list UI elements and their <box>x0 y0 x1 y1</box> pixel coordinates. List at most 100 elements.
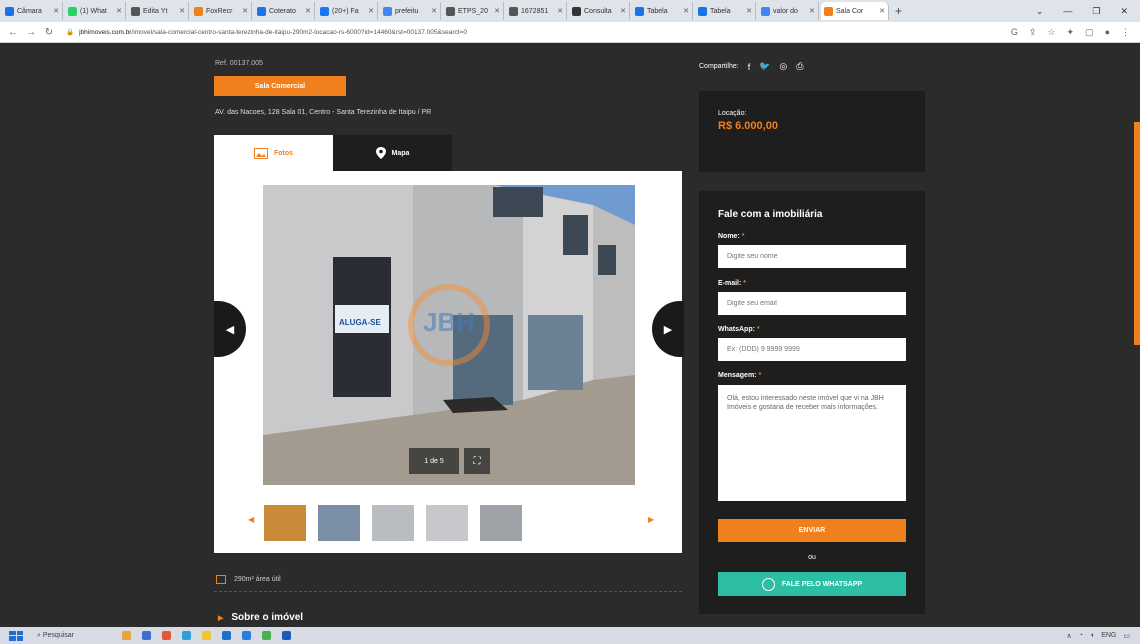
tab-close-icon[interactable]: ✕ <box>746 7 752 15</box>
profile-avatar-icon[interactable]: ● <box>1105 27 1110 38</box>
sidebar-icon[interactable]: ▢ <box>1085 27 1094 38</box>
share-page-icon[interactable]: ⇪ <box>1029 27 1037 38</box>
browser-tab[interactable]: valor do ✕ <box>758 2 819 20</box>
extensions-icon[interactable]: ✦ <box>1067 27 1075 38</box>
browser-tab[interactable]: ETPS_20 ✕ <box>443 2 504 20</box>
menu-kebab-icon[interactable]: ⋮ <box>1121 27 1130 38</box>
taskbar-app-icon[interactable] <box>142 631 152 640</box>
tab-map[interactable]: Mapa <box>333 135 452 171</box>
whatsapp-field[interactable] <box>718 338 906 361</box>
bookmark-star-icon[interactable]: ☆ <box>1047 27 1055 38</box>
taskbar-app-icon[interactable] <box>242 631 252 640</box>
name-field[interactable] <box>718 245 906 268</box>
whatsapp-share-icon[interactable]: ◎ <box>779 61 787 72</box>
thumb-prev-icon[interactable]: ◀ <box>248 515 254 524</box>
thumbnail[interactable] <box>264 505 306 541</box>
whatsapp-label-text: WhatsApp: <box>718 326 755 333</box>
contact-title: Fale com a imobiliária <box>718 209 823 220</box>
scrollbar-thumb[interactable] <box>1134 122 1140 345</box>
browser-tab[interactable]: Coterato ✕ <box>254 2 315 20</box>
taskbar-app-icon[interactable] <box>122 631 132 640</box>
browser-tab[interactable]: (1) What ✕ <box>65 2 126 20</box>
tab-close-icon[interactable]: ✕ <box>368 7 374 15</box>
tab-close-icon[interactable]: ✕ <box>305 7 311 15</box>
message-field[interactable]: Olá, estou interessado neste imóvel que … <box>718 385 906 501</box>
email-field[interactable] <box>718 292 906 315</box>
browser-tab[interactable]: Tabela ✕ <box>695 2 756 20</box>
about-section-toggle[interactable]: ▶ Sobre o imóvel <box>218 612 303 623</box>
thumbnail[interactable] <box>318 505 360 541</box>
message-label: Mensagem: * <box>718 372 761 379</box>
taskbar-app-icon[interactable] <box>262 631 272 640</box>
tray-chevron-icon[interactable]: ∧ <box>1067 632 1072 640</box>
browser-tab[interactable]: Tabela ✕ <box>632 2 693 20</box>
tab-close-icon[interactable]: ✕ <box>179 7 185 15</box>
send-button[interactable]: ENVIAR <box>718 519 906 542</box>
network-icon[interactable]: ◔ <box>1079 632 1083 640</box>
taskbar-search[interactable]: ⌕ Pesquisar <box>37 632 74 640</box>
tab-close-icon[interactable]: ✕ <box>494 7 500 15</box>
taskbar-app-icon[interactable] <box>162 631 172 640</box>
tab-close-icon[interactable]: ✕ <box>53 7 59 15</box>
browser-tab[interactable]: Sala Cor ✕ <box>821 2 889 20</box>
taskbar-app-icon[interactable] <box>202 631 212 640</box>
tab-label: Edita Yt <box>143 7 168 15</box>
close-window-icon[interactable]: ✕ <box>1120 6 1128 17</box>
whatsapp-label: WhatsApp: * <box>718 326 760 333</box>
volume-icon[interactable]: ◖ <box>1090 632 1094 640</box>
name-label-text: Nome: <box>718 233 740 240</box>
browser-tab[interactable]: 1672851 ✕ <box>506 2 567 20</box>
browser-tab[interactable]: Consulta ✕ <box>569 2 630 20</box>
url-field[interactable]: 🔒 jbhimoveis.com.br/imovel/sala-comercial… <box>66 28 626 36</box>
tab-close-icon[interactable]: ✕ <box>431 7 437 15</box>
property-type-badge: Sala Comercial <box>214 76 346 96</box>
tab-close-icon[interactable]: ✕ <box>242 7 248 15</box>
tab-close-icon[interactable]: ✕ <box>116 7 122 15</box>
twitter-icon[interactable]: 🐦 <box>759 61 770 72</box>
tab-search-icon[interactable]: ⌄ <box>1036 6 1044 17</box>
thumbnail[interactable] <box>426 505 468 541</box>
browser-tab[interactable]: (20+) Fa ✕ <box>317 2 378 20</box>
property-photo[interactable]: ALUGA-SE JBH <box>263 185 635 485</box>
print-icon[interactable]: ⎙ <box>796 61 803 72</box>
maximize-icon[interactable]: ❐ <box>1092 6 1100 17</box>
tab-close-icon[interactable]: ✕ <box>879 7 885 15</box>
thumbnail[interactable] <box>480 505 522 541</box>
browser-tab[interactable]: FoxRecr ✕ <box>191 2 252 20</box>
tab-favicon-icon <box>509 6 518 16</box>
system-tray: ∧ ◔ ◖ ENG ▭ <box>1067 632 1140 640</box>
tab-close-icon[interactable]: ✕ <box>809 7 815 15</box>
tab-favicon-icon <box>383 6 392 16</box>
notification-icon[interactable]: ▭ <box>1123 632 1130 640</box>
fullscreen-icon[interactable]: ⛶ <box>464 448 490 474</box>
new-tab-button[interactable]: + <box>895 4 902 18</box>
browser-tab[interactable]: prefeitu ✕ <box>380 2 441 20</box>
taskbar-app-icon[interactable] <box>182 631 192 640</box>
tab-close-icon[interactable]: ✕ <box>557 7 563 15</box>
tray-language[interactable]: ENG <box>1101 632 1116 640</box>
tab-photos[interactable]: Fotos <box>214 135 333 171</box>
windows-start-icon[interactable] <box>9 630 23 641</box>
whatsapp-button[interactable]: FALE PELO WHATSAPP <box>718 572 906 596</box>
browser-tab[interactable]: Câmara ✕ <box>2 2 63 20</box>
forward-icon[interactable]: → <box>26 27 36 38</box>
name-label: Nome: * <box>718 233 744 240</box>
back-icon[interactable]: ← <box>8 27 18 38</box>
taskbar-app-icon[interactable] <box>222 631 232 640</box>
tab-label: valor do <box>773 7 798 15</box>
tab-close-icon[interactable]: ✕ <box>683 7 689 15</box>
property-address: AV. das Nacoes, 128 Sala 01, Centro - Sa… <box>215 109 432 116</box>
google-icon[interactable]: G <box>1011 27 1018 38</box>
tab-close-icon[interactable]: ✕ <box>620 7 626 15</box>
thumbnail[interactable] <box>372 505 414 541</box>
thumb-next-icon[interactable]: ▶ <box>648 515 654 524</box>
tab-list: Câmara ✕ (1) What ✕ Edita Yt ✕ FoxRecr ✕ Coterat… <box>0 2 889 20</box>
browser-tab[interactable]: Edita Yt ✕ <box>128 2 189 20</box>
minimize-icon[interactable]: — <box>1063 6 1072 17</box>
tab-favicon-icon <box>572 6 581 16</box>
facebook-icon[interactable]: f <box>748 62 751 72</box>
reload-icon[interactable]: ↻ <box>44 27 54 38</box>
taskbar-app-icon[interactable] <box>282 631 292 640</box>
tab-label: Tabela <box>710 7 731 15</box>
required-mark: * <box>741 233 745 240</box>
